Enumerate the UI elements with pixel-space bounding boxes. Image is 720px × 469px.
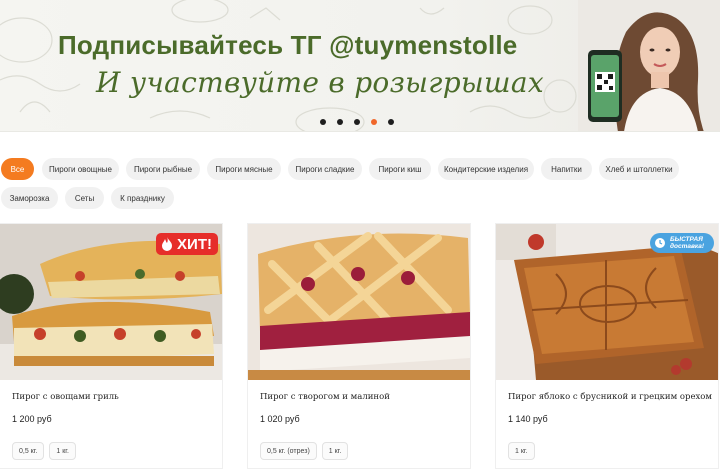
category-fish-pies[interactable]: Пироги рыбные	[126, 158, 200, 180]
weight-option[interactable]: 0,5 кг. (отрез)	[260, 442, 317, 460]
category-meat-pies[interactable]: Пироги мясные	[207, 158, 281, 180]
weight-option[interactable]: 0,5 кг.	[12, 442, 45, 460]
product-price: 1 140 руб	[508, 414, 548, 424]
fast-delivery-badge: БЫСТРАЯ доставка!	[650, 233, 714, 253]
product-card[interactable]: БЫСТРАЯ доставка! Пирог яблоко с брусник…	[495, 223, 719, 469]
weight-option[interactable]: 1 кг.	[321, 442, 349, 460]
carousel-dot-3[interactable]	[354, 119, 360, 125]
carousel-dot-5[interactable]	[388, 119, 394, 125]
fire-icon	[162, 237, 173, 251]
banner-subtitle: И участвуйте в розыгрышах	[96, 66, 544, 99]
product-card[interactable]: Пирог с творогом и малиной 1 020 руб 0,5…	[247, 223, 471, 469]
fast-badge-line1: БЫСТРАЯ	[670, 236, 703, 243]
category-holiday[interactable]: К празднику	[111, 187, 174, 209]
banner-title: Подписывайтесь ТГ @tuymenstolle	[58, 30, 518, 60]
carousel-dot-1[interactable]	[320, 119, 326, 125]
pie-cottage-cheese-raspberry-image	[248, 224, 470, 380]
weight-options: 0,5 кг. (отрез) 1 кг.	[260, 442, 349, 460]
category-sweet-pies[interactable]: Пироги сладкие	[288, 158, 362, 180]
category-all[interactable]: Все	[1, 158, 34, 180]
product-name[interactable]: Пирог с творогом и малиной	[260, 392, 390, 402]
product-name[interactable]: Пирог с овощами гриль	[12, 392, 119, 402]
category-sets[interactable]: Сеты	[65, 187, 104, 209]
product-price: 1 020 руб	[260, 414, 300, 424]
category-drinks[interactable]: Напитки	[541, 158, 592, 180]
category-frozen[interactable]: Заморозка	[1, 187, 58, 209]
product-card[interactable]: ХИТ! Пирог с овощами гриль 1 200 руб 0,5…	[0, 223, 223, 469]
weight-option[interactable]: 1 кг.	[508, 442, 535, 460]
product-photo[interactable]: БЫСТРАЯ доставка!	[496, 224, 718, 380]
category-bread[interactable]: Хлеб и штоллетки	[599, 158, 679, 180]
product-photo[interactable]	[248, 224, 470, 380]
carousel-dots	[320, 119, 394, 125]
category-vegetable-pies[interactable]: Пироги овощные	[42, 158, 119, 180]
hit-badge-label: ХИТ!	[177, 235, 212, 253]
hit-badge: ХИТ!	[156, 233, 218, 255]
banner-person-photo	[578, 0, 720, 131]
weight-option[interactable]: 1 кг.	[49, 442, 76, 460]
product-name[interactable]: Пирог яблоко с брусникой и грецким орехо…	[508, 392, 712, 402]
carousel-dot-2[interactable]	[337, 119, 343, 125]
carousel-dot-4-active[interactable]	[371, 119, 377, 125]
fast-badge-line2: доставка!	[670, 243, 705, 250]
weight-options: 1 кг.	[508, 442, 535, 460]
weight-options: 0,5 кг. 1 кг.	[12, 442, 76, 460]
promo-banner[interactable]: Подписывайтесь ТГ @tuymenstolle И участв…	[0, 0, 720, 132]
product-photo[interactable]: ХИТ!	[0, 224, 222, 380]
clock-icon	[655, 238, 665, 248]
category-confectionery[interactable]: Кондитерские изделия	[438, 158, 534, 180]
product-price: 1 200 руб	[12, 414, 52, 424]
category-quiche[interactable]: Пироги киш	[369, 158, 431, 180]
